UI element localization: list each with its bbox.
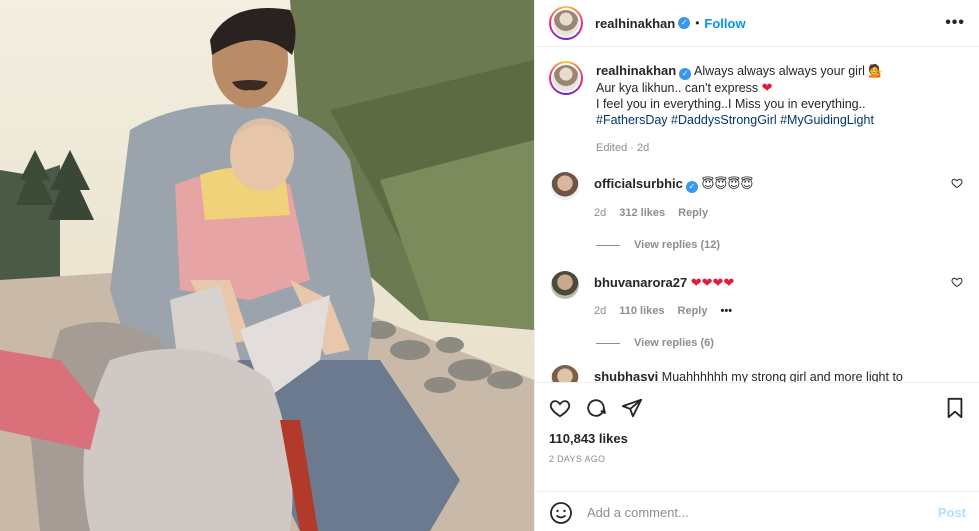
follow-button[interactable]: Follow — [704, 16, 745, 31]
comment-item: bhuvanarora27 ❤❤❤❤ 2d 110 likes Reply ••… — [549, 271, 965, 317]
post-actions: 110,843 likes 2 DAYS AGO Add a comment..… — [535, 382, 979, 531]
author-avatar[interactable] — [549, 6, 583, 40]
post-photo-illustration — [0, 0, 534, 531]
view-replies-button[interactable]: View replies (12) — [596, 239, 965, 251]
author-username[interactable]: realhinakhan — [595, 16, 675, 31]
comment-input[interactable]: Add a comment... — [587, 505, 924, 520]
like-heart-icon[interactable] — [549, 397, 571, 419]
caption-hashtags[interactable]: #FathersDay #DaddysStrongGirl #MyGuiding… — [596, 113, 874, 127]
view-replies-button[interactable]: View replies (6) — [596, 337, 965, 349]
reply-button[interactable]: Reply — [678, 305, 708, 317]
separator-dot: • — [695, 16, 700, 30]
comment-options-icon[interactable]: ••• — [721, 305, 733, 317]
reply-button[interactable]: Reply — [678, 207, 708, 219]
caption-line-1: Always always always your girl 💁 — [694, 64, 884, 78]
post-date: 2 DAYS AGO — [549, 454, 606, 464]
comment-bubble-icon[interactable] — [585, 397, 607, 419]
post-photo[interactable] — [0, 0, 534, 531]
post-header: realhinakhan ✓ • Follow ••• — [535, 0, 979, 47]
caption-avatar[interactable] — [549, 61, 583, 95]
caption-meta: Edited · 2d — [596, 142, 650, 154]
caption-username[interactable]: realhinakhan — [596, 63, 676, 78]
commenter-avatar[interactable] — [551, 365, 579, 382]
post-side-panel: realhinakhan ✓ • Follow ••• realhinakhan… — [534, 0, 979, 531]
comment-item: officialsurbhic ✓ 😇😇😇😇 2d 312 likes Reply — [549, 172, 965, 219]
likes-count[interactable]: 110,843 likes — [535, 419, 979, 446]
more-options-icon[interactable]: ••• — [945, 14, 965, 32]
comment-likes[interactable]: 312 likes — [619, 207, 665, 219]
share-paper-plane-icon[interactable] — [621, 397, 643, 419]
verified-badge-icon: ✓ — [678, 17, 691, 29]
view-replies-label: View replies (6) — [634, 337, 714, 349]
caption-line-3: I feel you in everything..I Miss you in … — [596, 97, 866, 111]
comment-item: shubhasvi Muahhhhhh my strong girl and m… — [549, 365, 965, 382]
emoji-icon[interactable] — [549, 501, 573, 525]
caption: realhinakhan ✓ Always always always your … — [549, 61, 965, 156]
verified-badge-icon: ✓ — [679, 68, 692, 80]
view-replies-label: View replies (12) — [634, 239, 721, 251]
red-heart-emoji-icon: ❤ — [761, 80, 773, 95]
save-bookmark-icon[interactable] — [944, 397, 966, 419]
add-comment-bar: Add a comment... Post — [535, 491, 979, 531]
commenter-username[interactable]: officialsurbhic — [594, 176, 683, 191]
commenter-username[interactable]: shubhasvi — [594, 369, 658, 382]
comment-text: Muahhhhhh my strong girl and more light … — [661, 370, 903, 382]
caption-line-2: Aur kya likhun.. can't express — [596, 81, 759, 95]
comments-list[interactable]: realhinakhan ✓ Always always always your … — [535, 47, 979, 382]
comment-text: ❤❤❤❤ — [690, 275, 735, 290]
commenter-avatar[interactable] — [551, 271, 579, 299]
verified-badge-icon: ✓ — [685, 181, 698, 193]
comment-text: 😇😇😇😇 — [701, 177, 754, 191]
commenter-avatar[interactable] — [551, 172, 579, 200]
commenter-username[interactable]: bhuvanarora27 — [594, 275, 687, 290]
post-comment-button[interactable]: Post — [938, 505, 966, 520]
like-comment-heart-icon[interactable] — [951, 276, 963, 288]
like-comment-heart-icon[interactable] — [951, 177, 963, 189]
comment-likes[interactable]: 110 likes — [619, 305, 664, 317]
comment-age: 2d — [594, 305, 607, 317]
comment-age: 2d — [594, 207, 607, 219]
